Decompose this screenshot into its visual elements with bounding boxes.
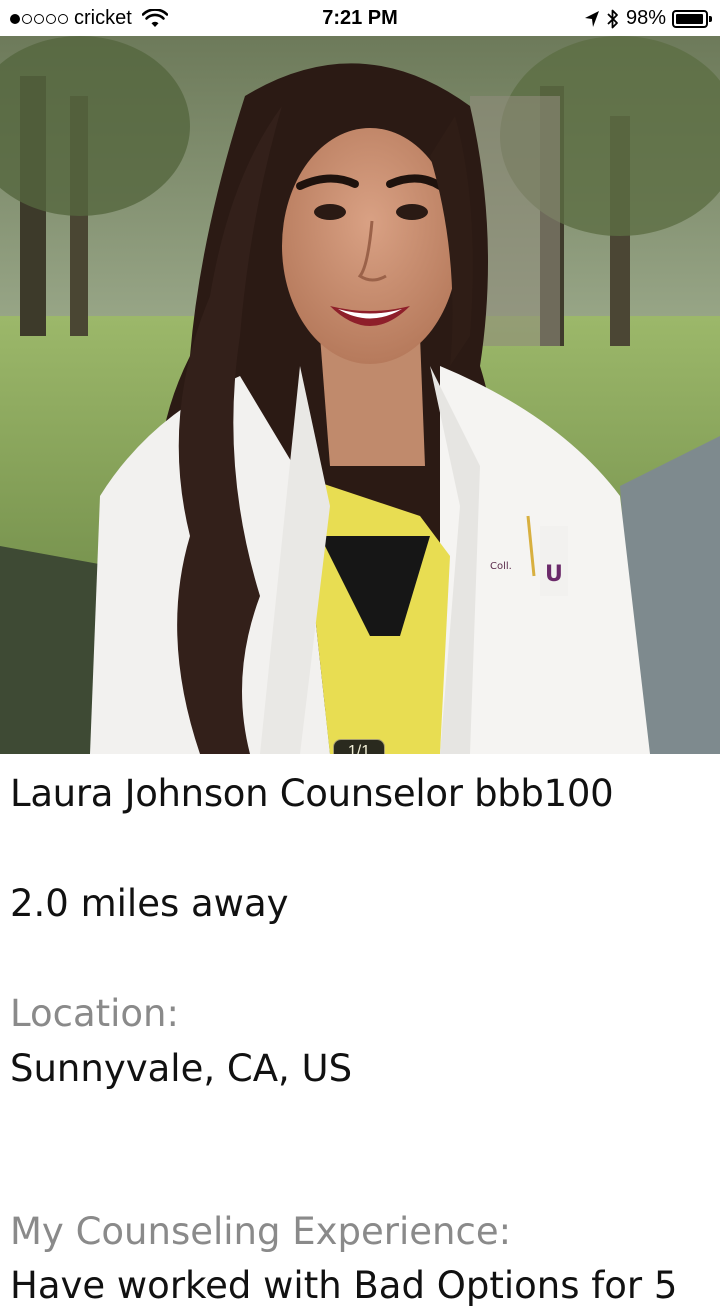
distance-text: 2.0 miles away	[10, 882, 289, 925]
bluetooth-icon	[607, 9, 618, 28]
profile-photo-illustration: U Coll.	[0, 36, 720, 754]
location-arrow-icon	[584, 10, 599, 27]
battery-fill	[676, 13, 704, 24]
location-label: Location:	[10, 992, 179, 1035]
location-value: Sunnyvale, CA, US	[10, 1047, 353, 1090]
battery-icon	[672, 9, 712, 28]
svg-text:U: U	[545, 562, 563, 587]
svg-text:Coll.: Coll.	[490, 561, 512, 572]
experience-label: My Counseling Experience:	[10, 1210, 512, 1253]
status-right: 98%	[584, 7, 712, 30]
carrier-name: cricket	[74, 7, 132, 29]
status-left: cricket	[10, 7, 168, 30]
profile-name: Laura Johnson Counselor bbb100	[10, 772, 614, 815]
wifi-icon	[141, 8, 168, 27]
profile-photo[interactable]: U Coll. 1/1	[0, 36, 720, 754]
status-bar: cricket 7:21 PM 98%	[0, 0, 720, 36]
experience-value: Have worked with Bad Options for 5	[10, 1264, 678, 1307]
photo-counter: 1/1	[333, 739, 385, 754]
signal-strength-icon	[10, 13, 68, 24]
battery-percent: 98%	[625, 7, 666, 29]
